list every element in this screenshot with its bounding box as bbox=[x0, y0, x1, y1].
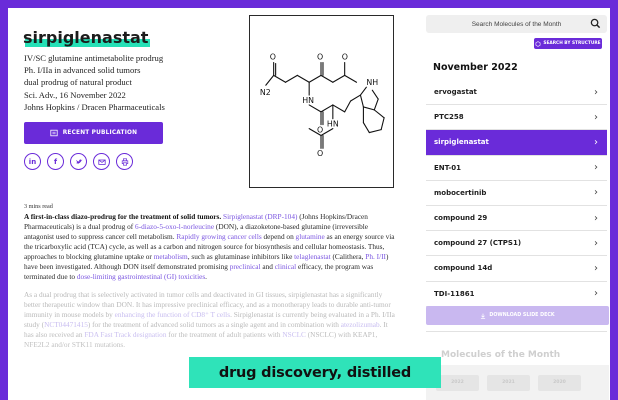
title-block: sirpiglenastat bbox=[23, 28, 151, 47]
molecule-name: compound 29 bbox=[434, 214, 488, 223]
article-text: and bbox=[260, 262, 275, 271]
oxygen-label: O bbox=[270, 53, 276, 62]
article-link[interactable]: Rapidly growing cancer cells bbox=[176, 232, 261, 241]
molecule-name: compound 14d bbox=[434, 264, 493, 273]
chemical-structure: O O O N2 HN O HN O NH bbox=[260, 53, 385, 158]
document-icon bbox=[50, 129, 58, 137]
meta-line: IV/SC glutamine antimetabolite prodrug bbox=[24, 53, 164, 63]
article-link[interactable]: preclinical bbox=[230, 262, 261, 271]
download-icon bbox=[481, 313, 486, 319]
molecule-list-item[interactable]: ervogastat › bbox=[426, 80, 607, 106]
article-link[interactable]: glutamine bbox=[296, 232, 325, 241]
download-slide-deck-button[interactable]: DOWNLOAD SLIDE DECK bbox=[426, 306, 609, 325]
oxygen-label: O bbox=[342, 53, 348, 62]
motm-years: 2022 2021 2020 bbox=[426, 365, 609, 400]
molecule-name: ervogastat bbox=[434, 88, 477, 97]
page-title: sirpiglenastat bbox=[23, 28, 149, 47]
molecule-list-item[interactable]: TDI-11861 › bbox=[426, 282, 607, 307]
motm-title: Molecules of the Month bbox=[441, 350, 561, 360]
n2-label: N2 bbox=[260, 88, 271, 97]
oxygen-label: O bbox=[317, 149, 323, 158]
article-lead: A first-in-class diazo-prodrug for the t… bbox=[24, 212, 222, 221]
chevron-right-icon: › bbox=[594, 237, 598, 249]
search-icon[interactable] bbox=[590, 18, 601, 29]
oxygen-label: O bbox=[317, 53, 323, 62]
molecule-name: ENT-01 bbox=[434, 163, 462, 172]
twitter-icon[interactable] bbox=[70, 153, 87, 170]
molecule-list-item[interactable]: compound 14d › bbox=[426, 256, 607, 282]
meta-line: Ph. I/IIa in advanced solid tumors bbox=[24, 65, 141, 76]
molecule-name: mobocertinib bbox=[434, 188, 487, 197]
molecule-list-item[interactable]: sirpiglenastat › bbox=[426, 130, 607, 156]
molecule-name: PTC258 bbox=[434, 113, 464, 122]
article-link[interactable]: metabolism bbox=[154, 252, 188, 261]
molecule-icon bbox=[535, 40, 541, 47]
drug-meta: IV/SC glutamine antimetabolite prodrug P… bbox=[24, 52, 165, 113]
year-button[interactable]: 2020 bbox=[538, 374, 581, 391]
article-paragraph: A first-in-class diazo-prodrug for the t… bbox=[24, 212, 397, 282]
chevron-right-icon: › bbox=[594, 136, 598, 148]
molecule-name: compound 27 (CTPS1) bbox=[434, 239, 522, 248]
chevron-right-icon: › bbox=[594, 162, 598, 174]
linkedin-icon[interactable]: in bbox=[24, 153, 41, 170]
article-text: (Calithera, bbox=[330, 252, 366, 261]
article-link[interactable]: Ph. I/II bbox=[365, 252, 386, 261]
article-text: , such as glutaminase inhibitors like bbox=[187, 252, 295, 261]
year-button[interactable]: 2022 bbox=[436, 374, 479, 391]
meta-line: Sci. Adv., 16 November 2022 bbox=[24, 89, 126, 100]
chevron-right-icon: › bbox=[594, 187, 598, 199]
share-icons: in f bbox=[24, 153, 133, 170]
article-link[interactable]: dose-limiting gastrointestinal (GI) toxi… bbox=[77, 272, 205, 281]
meta-line: dual prodrug of natural product bbox=[24, 77, 132, 88]
email-icon[interactable] bbox=[93, 153, 110, 170]
molecule-list-item[interactable]: ENT-01 › bbox=[426, 156, 607, 181]
article-link[interactable]: Sirpiglenastat (DRP-104) bbox=[223, 212, 297, 221]
article-text: . bbox=[205, 272, 207, 281]
meta-line: Johns Hopkins / Dracen Pharmaceuticals bbox=[24, 101, 165, 112]
molecule-list-item[interactable]: compound 29 › bbox=[426, 206, 607, 232]
recent-publication-button[interactable]: RECENT PUBLICATION bbox=[24, 122, 163, 144]
amide-nh-label: HN bbox=[302, 96, 314, 105]
molecule-list-item[interactable]: compound 27 (CTPS1) › bbox=[426, 231, 607, 257]
article-text: depend on bbox=[261, 232, 296, 241]
molecule-list-item[interactable]: mobocertinib › bbox=[426, 181, 607, 206]
molecule-name: sirpiglenastat bbox=[434, 138, 489, 147]
page: sirpiglenastat IV/SC glutamine antimetab… bbox=[8, 8, 610, 400]
chevron-right-icon: › bbox=[594, 288, 598, 300]
article-link[interactable]: telaglenastat bbox=[294, 252, 330, 261]
year-button[interactable]: 2021 bbox=[487, 374, 530, 391]
molecule-name: TDI-11861 bbox=[434, 289, 475, 298]
tagline-banner: drug discovery, distilled bbox=[189, 357, 441, 388]
search-by-structure-button[interactable]: SEARCH BY STRUCTURE bbox=[534, 38, 602, 49]
molecule-list: ervogastat › PTC258 › sirpiglenastat › ENT-01 ›… bbox=[426, 80, 607, 332]
facebook-icon[interactable]: f bbox=[47, 153, 64, 170]
article-link[interactable]: 6-diazo-5-oxo-l-norleucine bbox=[135, 222, 214, 231]
search-placeholder: Search Molecules of the Month bbox=[471, 20, 562, 28]
chevron-right-icon: › bbox=[594, 86, 598, 98]
molecule-list-item[interactable]: PTC258 › bbox=[426, 105, 607, 131]
search-by-structure-label: SEARCH BY STRUCTURE bbox=[543, 41, 601, 46]
recent-publication-label: RECENT PUBLICATION bbox=[62, 130, 138, 136]
chevron-right-icon: › bbox=[594, 111, 598, 123]
chevron-right-icon: › bbox=[594, 262, 598, 274]
article-link[interactable]: clinical bbox=[275, 262, 296, 271]
molecule-structure-image: O O O N2 HN O HN O NH bbox=[249, 15, 394, 188]
month-title: November 2022 bbox=[433, 62, 518, 73]
chevron-right-icon: › bbox=[594, 212, 598, 224]
download-slide-deck-label: DOWNLOAD SLIDE DECK bbox=[489, 313, 555, 318]
print-icon[interactable] bbox=[116, 153, 133, 170]
article-link[interactable]: enhancing the function of CD8⁺ T cells bbox=[115, 310, 230, 319]
search-input[interactable]: Search Molecules of the Month bbox=[426, 15, 607, 33]
oxygen-label: O bbox=[317, 126, 323, 135]
read-time: 3 mins read bbox=[24, 203, 53, 210]
indole-nh-label: NH bbox=[366, 78, 378, 87]
acetamide-nh-label: HN bbox=[327, 120, 339, 129]
